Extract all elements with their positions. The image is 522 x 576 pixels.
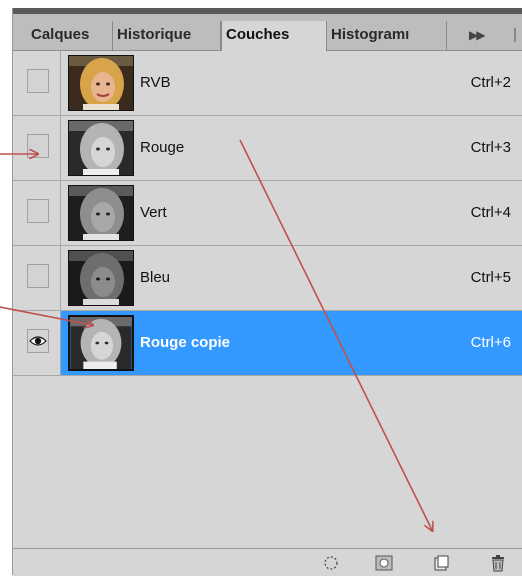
tab-historique[interactable]: Historique bbox=[113, 21, 221, 50]
channel-thumbnail-bleu bbox=[68, 250, 134, 306]
visibility-toggle[interactable] bbox=[27, 264, 49, 288]
eye-icon bbox=[29, 336, 47, 346]
channel-name: Rouge copie bbox=[140, 334, 231, 351]
channel-row-rouge-copie[interactable]: Rouge copie Ctrl+6 bbox=[13, 311, 522, 376]
tab-calques[interactable]: Calques bbox=[27, 21, 113, 50]
tab-bar: Calques Historique Couches Histogramı ▶▶… bbox=[13, 8, 522, 51]
channels-toolbar bbox=[13, 548, 522, 576]
tab-separator: | bbox=[513, 26, 517, 43]
channel-thumbnail-rvb bbox=[68, 55, 134, 111]
visibility-cell bbox=[13, 246, 61, 310]
channel-thumbnail-rouge-copie bbox=[68, 315, 134, 371]
visibility-toggle[interactable] bbox=[27, 329, 49, 353]
tab-histogramme[interactable]: Histogramı bbox=[327, 21, 447, 50]
visibility-cell bbox=[13, 311, 61, 375]
channel-shortcut: Ctrl+2 bbox=[470, 74, 511, 91]
channel-shortcut: Ctrl+6 bbox=[470, 334, 511, 351]
channel-thumbnail-rouge bbox=[68, 120, 134, 176]
visibility-toggle[interactable] bbox=[27, 69, 49, 93]
visibility-toggle[interactable] bbox=[27, 134, 49, 158]
channel-shortcut: Ctrl+3 bbox=[470, 139, 511, 156]
save-selection-icon[interactable] bbox=[375, 555, 393, 571]
visibility-toggle[interactable] bbox=[27, 199, 49, 223]
panel-menu-icon[interactable]: ▶▶ bbox=[465, 21, 505, 50]
tab-couches[interactable]: Couches bbox=[221, 21, 327, 51]
channel-name: RVB bbox=[140, 74, 171, 91]
load-selection-icon[interactable] bbox=[323, 555, 339, 571]
channel-name: Bleu bbox=[140, 269, 171, 286]
trash-icon[interactable] bbox=[491, 555, 505, 572]
channel-name: Vert bbox=[140, 204, 167, 221]
channel-row-bleu[interactable]: Bleu Ctrl+5 bbox=[13, 246, 522, 311]
visibility-cell bbox=[13, 51, 61, 115]
visibility-cell bbox=[13, 181, 61, 245]
channel-row-vert[interactable]: Vert Ctrl+4 bbox=[13, 181, 522, 246]
new-channel-icon[interactable] bbox=[433, 555, 449, 571]
channel-name: Rouge bbox=[140, 139, 185, 156]
channel-thumbnail-vert bbox=[68, 185, 134, 241]
visibility-cell bbox=[13, 116, 61, 180]
channel-shortcut: Ctrl+4 bbox=[470, 204, 511, 221]
channel-shortcut: Ctrl+5 bbox=[470, 269, 511, 286]
channel-row-rvb[interactable]: RVB Ctrl+2 bbox=[13, 51, 522, 116]
channel-row-rouge[interactable]: Rouge Ctrl+3 bbox=[13, 116, 522, 181]
channels-panel: Calques Historique Couches Histogramı ▶▶… bbox=[12, 8, 522, 576]
